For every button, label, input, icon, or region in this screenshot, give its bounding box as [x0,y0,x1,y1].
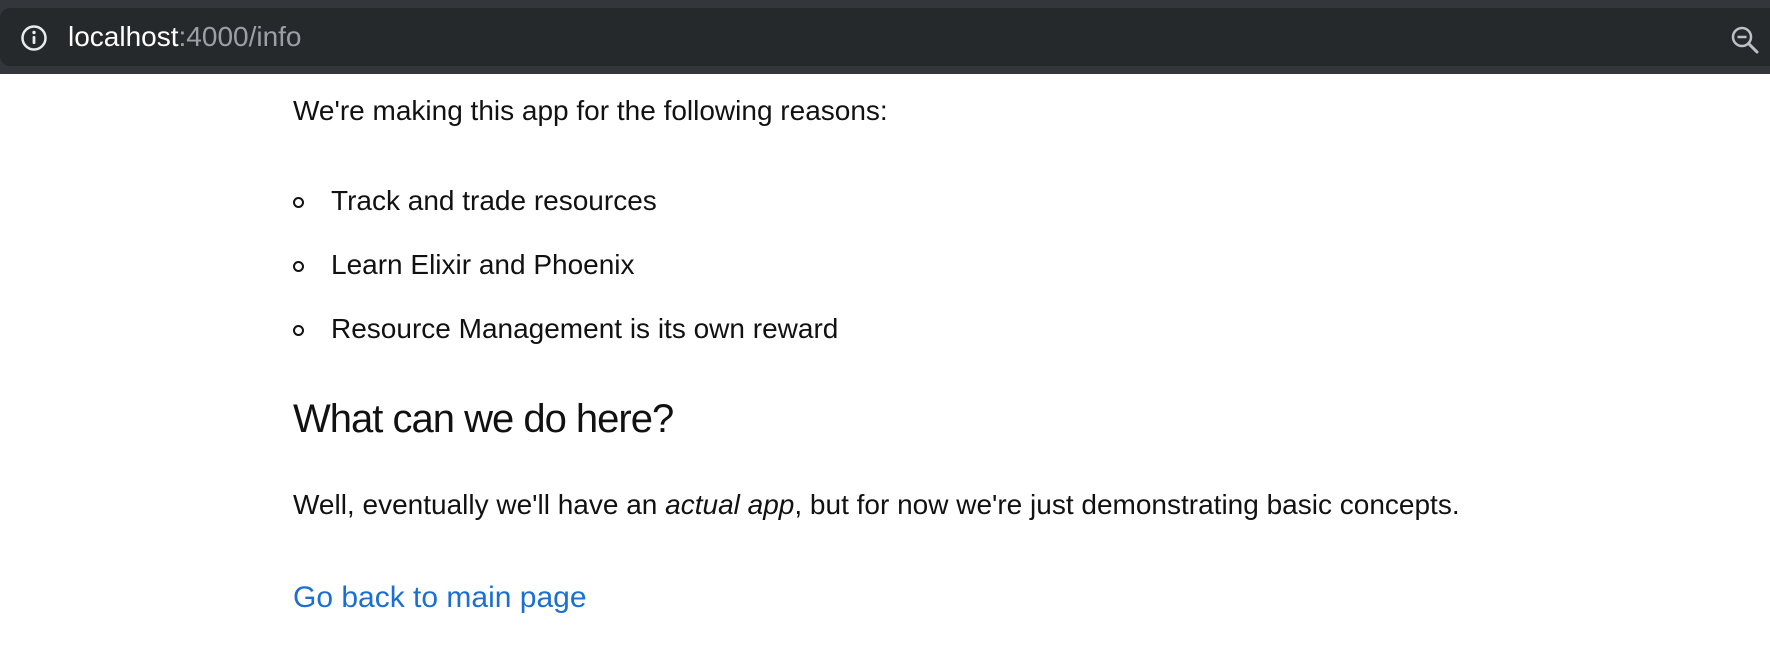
bullet-icon [293,197,304,208]
list-item-label: Learn Elixir and Phoenix [331,249,635,280]
description-emphasis: actual app [665,489,795,520]
url-path: :4000/info [178,21,302,52]
description-end: , but for now we're just demonstrating b… [794,489,1460,520]
list-item: Resource Management is its own reward [293,312,838,376]
bullet-icon [293,325,304,336]
description-text: Well, eventually we'll have an actual ap… [293,488,1460,522]
intro-text: We're making this app for the following … [293,95,888,126]
url-text[interactable]: localhost:4000/info [68,21,302,53]
address-bar[interactable]: localhost:4000/info [0,8,1770,66]
list-item: Track and trade resources [293,184,838,248]
info-icon[interactable] [20,24,48,52]
back-to-main-link[interactable]: Go back to main page [293,580,587,616]
section-heading: What can we do here? [293,397,674,441]
bullet-icon [293,261,304,272]
browser-toolbar: localhost:4000/info [0,0,1770,74]
list-item-label: Track and trade resources [331,185,657,216]
url-host: localhost [68,21,179,52]
list-item-label: Resource Management is its own reward [331,313,839,344]
list-item: Learn Elixir and Phoenix [293,248,838,312]
description-start: Well, eventually we'll have an [293,489,666,520]
reasons-list: Track and trade resources Learn Elixir a… [293,184,838,376]
zoom-out-icon[interactable] [1730,25,1760,55]
